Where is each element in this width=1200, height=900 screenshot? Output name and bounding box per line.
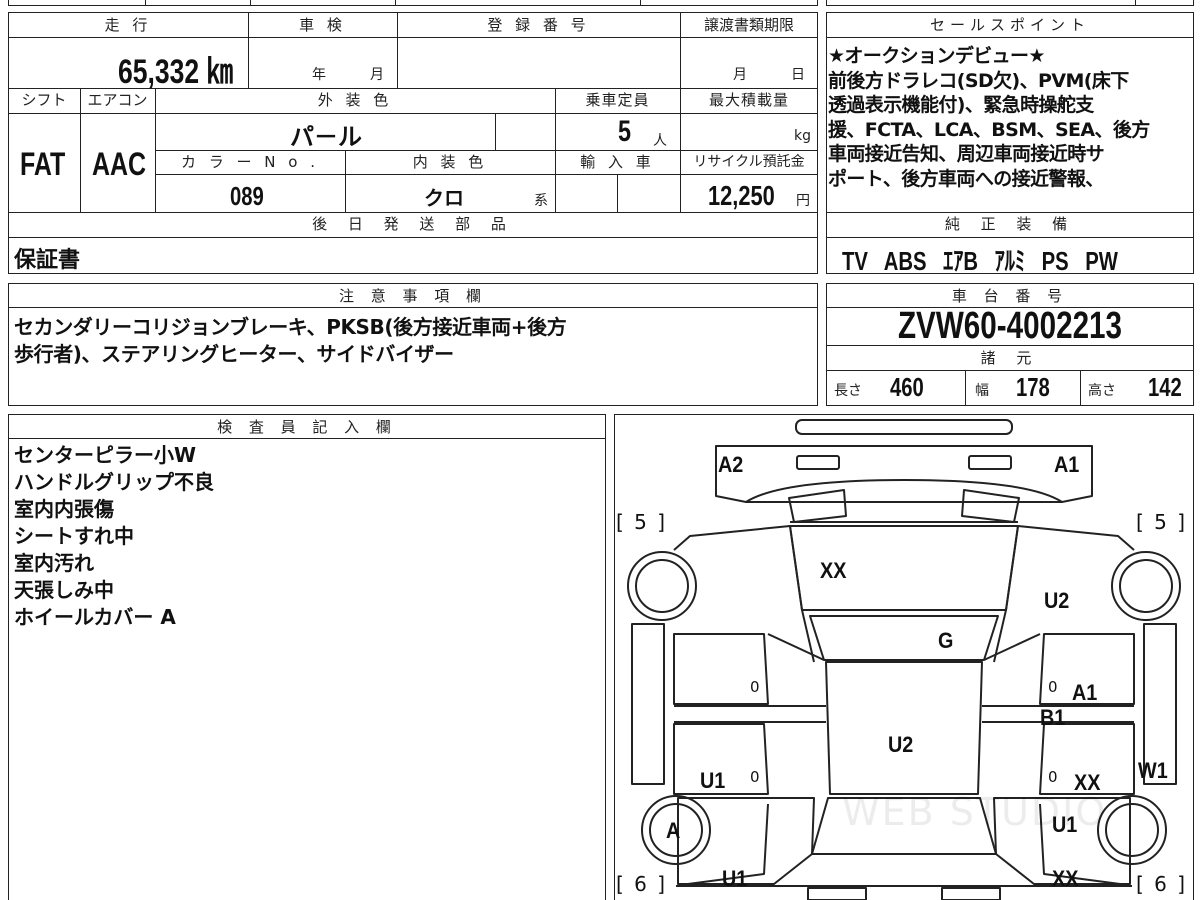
equipment-item: ｱﾙﾐ [994, 246, 1026, 276]
top-strip-right [826, 0, 1194, 6]
color-no-value: 089 [230, 181, 264, 211]
notes-list: セカンダリーコリジョンブレーキ、PKSB(後方接近車両+後方 歩行者)、ステアリ… [14, 314, 567, 368]
inspector-line: 天張しみ中 [14, 578, 114, 602]
transfer-deadline-header: 譲渡書類期限 [703, 16, 794, 34]
equipment-item: TV [842, 246, 868, 276]
interior-color-header: 内 装 色 [412, 153, 488, 171]
sales-point-list: ★オークションデビュー★ 前後方ドラレコ(SD欠)、PVM(床下 透過表示機能付… [828, 44, 1192, 191]
inspection-year-unit: 年 [312, 67, 326, 83]
tire-tread-front-right: [ 5 ] [1136, 510, 1188, 534]
equipment-item: PW [1085, 246, 1118, 276]
length-label: 長さ [834, 383, 862, 399]
damage-mark-windshield: G [938, 628, 954, 653]
damage-mark-side-right: W1 [1138, 758, 1168, 783]
later-parts-header: 後 日 発 送 部 品 [312, 215, 514, 233]
import-header: 輸 入 車 [580, 153, 655, 171]
watermark-text: WEB STUDIO [842, 790, 1108, 834]
tire-tread-front-left: [ 5 ] [616, 510, 668, 534]
damage-mark-fender-right: U2 [1044, 588, 1070, 613]
inspector-line: 室内汚れ [14, 551, 94, 575]
inspection-header: 車 検 [299, 16, 346, 34]
damage-mark-trunk-right: XX [1052, 866, 1079, 891]
damage-mark-roof: U2 [888, 732, 914, 757]
zero-mark: 0 [1048, 768, 1058, 786]
inspection-month-unit: 月 [370, 67, 384, 83]
notes-line: 歩行者)、ステアリングヒーター、サイドバイザー [14, 342, 454, 366]
zero-mark: 0 [1048, 678, 1058, 696]
height-label: 高さ [1088, 383, 1116, 399]
interior-color-suffix: 系 [534, 193, 548, 209]
equipment-item: ABS [883, 246, 927, 276]
max-load-header: 最大積載量 [708, 91, 789, 109]
damage-mark-door-right-front: A1 [1072, 680, 1098, 705]
capacity-header: 乗車定員 [585, 91, 650, 109]
recycle-header: リサイクル預託金 [693, 154, 805, 170]
inspector-line: シートすれ中 [14, 524, 134, 548]
mileage-header: 走 行 [104, 16, 152, 34]
max-load-unit: kg [794, 128, 811, 144]
inspector-line: ハンドルグリップ不良 [14, 470, 214, 494]
mileage-value: 65,332 ㎞ [118, 53, 234, 91]
equipment-list: TV ABS ｴｱB ｱﾙﾐ PS PW [842, 241, 1118, 278]
width-label: 幅 [975, 383, 989, 399]
sales-point-line: 透過表示機能付)、緊急時操舵支 [828, 94, 1094, 116]
transfer-day-unit: 日 [791, 67, 805, 83]
inspector-line: センターピラー小W [14, 443, 197, 467]
recycle-unit: 円 [796, 193, 810, 209]
damage-mark-hood: XX [820, 558, 847, 583]
sales-point-line: ★オークションデビュー★ [828, 45, 1045, 67]
top-strip [8, 0, 818, 6]
sales-point-line: ポート、後方車両への接近警報、 [828, 167, 1104, 190]
tire-tread-rear-right: [ 6 ] [1136, 872, 1188, 896]
sales-point-line: 前後方ドラレコ(SD欠)、PVM(床下 [828, 69, 1129, 92]
damage-mark-quarter-left: U1 [722, 866, 748, 891]
damage-mark-wheel-left-rear: A [666, 818, 681, 843]
tire-tread-rear-left: [ 6 ] [616, 872, 668, 896]
damage-mark-bumper-left: A2 [718, 452, 744, 477]
registration-header: 登 録 番 号 [487, 16, 590, 34]
recycle-fee-value: 12,250 [708, 180, 775, 211]
shift-value: FAT [20, 146, 66, 182]
shift-header: シフト [21, 91, 67, 109]
equipment-item: ｴｱB [943, 246, 979, 276]
sales-point-line: 車両接近告知、周辺車両接近時サ [828, 143, 1105, 165]
inspector-line: ホイールカバー A [14, 605, 176, 629]
zero-mark: 0 [750, 768, 760, 786]
chassis-no-header: 車 台 番 号 [951, 287, 1069, 305]
notes-header: 注 意 事 項 欄 [338, 287, 488, 305]
transfer-month-unit: 月 [733, 67, 747, 83]
inspector-list: センターピラー小W ハンドルグリップ不良 室内内張傷 シートすれ中 室内汚れ 天… [14, 442, 214, 631]
notes-line: セカンダリーコリジョンブレーキ、PKSB(後方接近車両+後方 [14, 315, 567, 339]
length-value: 460 [890, 372, 924, 402]
damage-mark-pillar-right: B1 [1040, 705, 1066, 730]
damage-mark-door-left-rear: U1 [700, 768, 726, 793]
equipment-item: PS [1041, 246, 1069, 276]
height-value: 142 [1148, 372, 1182, 402]
interior-color-value: クロ [424, 186, 464, 210]
exterior-color-value: パ－ル [290, 123, 362, 151]
specs-header: 諸 元 [980, 349, 1040, 367]
chassis-no-value: ZVW60-4002213 [897, 305, 1123, 347]
capacity-unit: 人 [653, 133, 667, 149]
zero-mark: 0 [750, 678, 760, 696]
sales-point-header: セールスポイント [929, 16, 1090, 34]
later-parts-value: 保証書 [14, 248, 81, 273]
genuine-equipment-header: 純 正 装 備 [944, 215, 1076, 233]
damage-mark-bumper-right: A1 [1054, 452, 1080, 477]
inspector-header: 検 査 員 記 入 欄 [217, 418, 397, 436]
width-value: 178 [1016, 372, 1050, 402]
sales-point-line: 援、FCTA、LCA、BSM、SEA、後方 [828, 118, 1150, 141]
color-no-header: カ ラ ー N o . [180, 153, 319, 171]
capacity-value: 5 [618, 115, 632, 148]
aircon-value: AAC [92, 146, 147, 182]
inspector-line: 室内内張傷 [14, 497, 114, 521]
